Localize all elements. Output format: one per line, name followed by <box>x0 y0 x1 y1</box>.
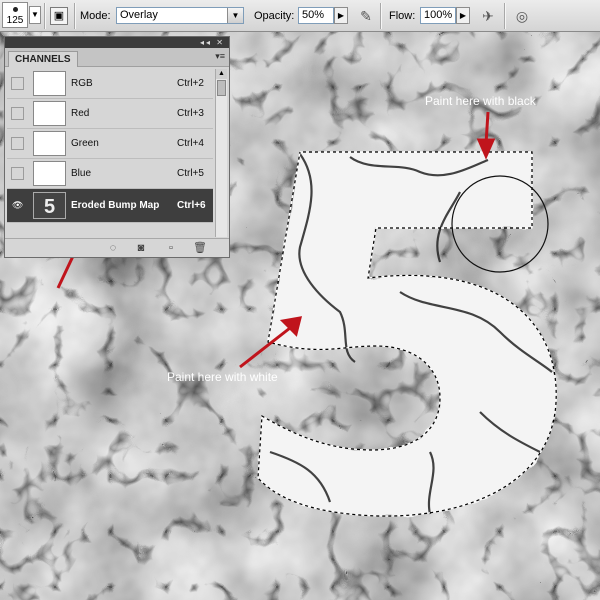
channel-row-eroded-bump-map[interactable]: 👁 5 Eroded Bump Map Ctrl+6 <box>7 189 213 223</box>
channel-row-red[interactable]: Red Ctrl+3 <box>7 99 213 129</box>
new-channel-icon[interactable]: ▫ <box>165 242 177 254</box>
channel-thumbnail <box>33 161 66 186</box>
load-selection-icon[interactable]: ◌ <box>107 242 119 254</box>
channel-thumbnail <box>33 71 66 96</box>
save-selection-icon[interactable]: ◙ <box>135 242 147 254</box>
divider <box>74 3 76 29</box>
chevron-down-icon: ▼ <box>227 8 243 23</box>
channel-name: Red <box>71 108 90 119</box>
panel-tab-row: CHANNELS ▾≡ <box>5 48 229 67</box>
scroll-thumb[interactable] <box>217 80 226 96</box>
annotation-paint-white: Paint here with white <box>167 370 278 384</box>
annotation-paint-black: Paint here with black <box>425 94 536 108</box>
flow-input[interactable]: 100% <box>420 7 456 24</box>
channel-row-green[interactable]: Green Ctrl+4 <box>7 129 213 159</box>
panel-titlebar[interactable]: ◂◂ ✕ <box>5 37 229 48</box>
brush-preset-icon <box>13 7 18 12</box>
visibility-toggle[interactable] <box>11 137 24 150</box>
close-icon[interactable]: ✕ <box>216 38 225 47</box>
channel-shortcut: Ctrl+2 <box>177 78 204 89</box>
channel-name: Blue <box>71 168 92 179</box>
eye-icon[interactable]: 👁 <box>11 199 24 212</box>
channel-shortcut: Ctrl+5 <box>177 168 204 179</box>
visibility-toggle[interactable] <box>11 77 24 90</box>
channel-shortcut: Ctrl+3 <box>177 108 204 119</box>
channel-shortcut: Ctrl+6 <box>177 200 206 211</box>
channel-row-rgb[interactable]: RGB Ctrl+2 <box>7 69 213 99</box>
tab-channels[interactable]: CHANNELS <box>8 51 78 67</box>
flow-label: Flow: <box>389 10 416 22</box>
channel-name: Eroded Bump Map <box>71 200 160 211</box>
brush-preset-dropdown[interactable]: ▼ <box>29 6 41 24</box>
divider <box>44 3 46 29</box>
flow-slider-button[interactable]: ▶ <box>456 7 470 24</box>
channel-name: Green <box>71 138 99 149</box>
channel-thumbnail: 5 <box>33 192 66 219</box>
tablet-size-icon[interactable]: ◎ <box>512 6 532 26</box>
toggle-brush-panel-icon[interactable]: ▣ <box>50 7 68 25</box>
flow-value: 100% <box>424 9 453 21</box>
collapse-icon[interactable]: ◂◂ <box>200 38 212 47</box>
panel-scrollbar[interactable]: ▲ <box>215 69 227 237</box>
channel-shortcut: Ctrl+4 <box>177 138 204 149</box>
channel-thumbnail <box>33 131 66 156</box>
panel-menu-icon[interactable]: ▾≡ <box>215 51 225 62</box>
brush-preset-picker[interactable]: 125 <box>2 2 28 28</box>
visibility-toggle[interactable] <box>11 107 24 120</box>
channel-row-blue[interactable]: Blue Ctrl+5 <box>7 159 213 189</box>
scroll-up-icon[interactable]: ▲ <box>216 69 227 79</box>
divider <box>380 3 382 29</box>
brush-size-value: 125 <box>6 15 24 26</box>
panel-bottom-bar: ◌ ◙ ▫ 🗑 <box>5 238 229 257</box>
channel-thumbnail <box>33 101 66 126</box>
opacity-value: 50% <box>302 9 325 21</box>
delete-channel-icon[interactable]: 🗑 <box>193 242 207 254</box>
channel-name: RGB <box>71 78 93 89</box>
tablet-pressure-icon[interactable]: ✎ <box>356 6 376 26</box>
channels-panel: ◂◂ ✕ CHANNELS ▾≡ RGB Ctrl+2 Red Ctrl+3 G… <box>4 36 230 258</box>
opacity-slider-button[interactable]: ▶ <box>334 7 348 24</box>
digit-five-thumbnail-icon: 5 <box>34 193 65 218</box>
opacity-input[interactable]: 50% <box>298 7 334 24</box>
divider <box>504 3 506 29</box>
airbrush-icon[interactable]: ✈ <box>478 6 498 26</box>
mode-label: Mode: <box>80 10 111 22</box>
visibility-toggle[interactable] <box>11 167 24 180</box>
mode-value: Overlay <box>120 9 158 21</box>
options-bar: 125 ▼ ▣ Mode: Overlay ▼ Opacity: 50% ▶ ✎… <box>0 0 600 32</box>
opacity-label: Opacity: <box>254 10 295 22</box>
svg-text:5: 5 <box>44 196 55 218</box>
mode-select[interactable]: Overlay ▼ <box>116 7 244 24</box>
